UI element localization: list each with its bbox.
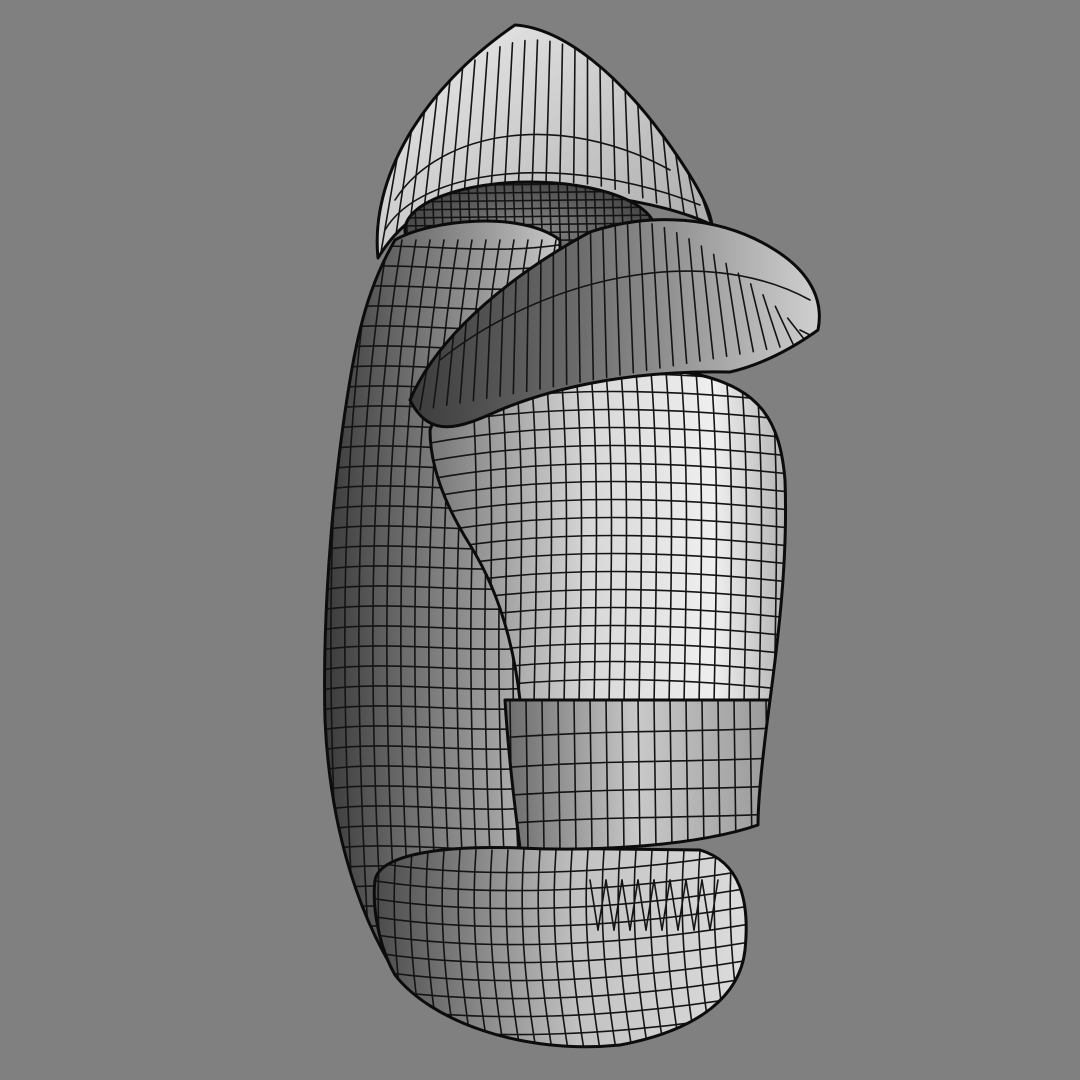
- mesh-edge: [564, 232, 568, 386]
- mesh-edge: [745, 849, 747, 1047]
- mesh-edge: [539, 246, 542, 390]
- cuff-mesh: [503, 698, 772, 851]
- base-mesh: [372, 846, 748, 1049]
- 3d-viewport[interactable]: [0, 0, 1080, 1080]
- mesh-render: [323, 23, 821, 1049]
